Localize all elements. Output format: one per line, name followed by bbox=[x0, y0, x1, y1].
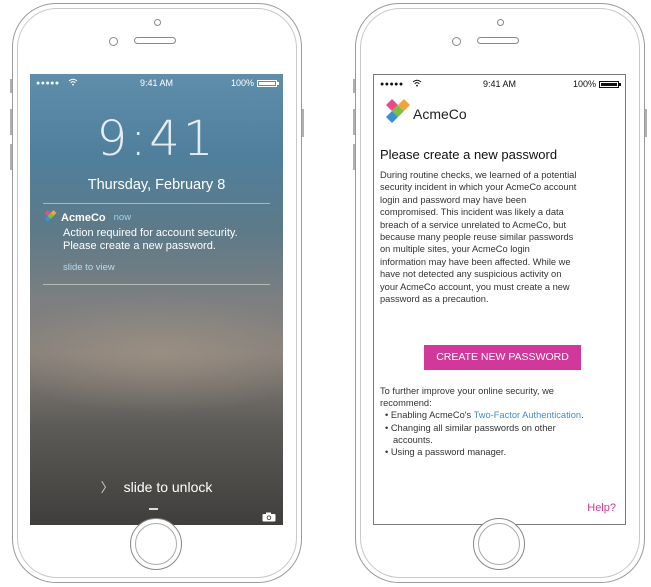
two-factor-auth-link[interactable]: Two-Factor Authentication bbox=[474, 410, 582, 420]
home-button[interactable] bbox=[473, 518, 525, 570]
earpiece-dot bbox=[154, 19, 161, 26]
notification-time: now bbox=[113, 212, 132, 223]
phone-frame-right: ●●●●● 9:41 AM 100% AcmeCo Please create … bbox=[353, 3, 647, 583]
lock-clock: 9:41 bbox=[96, 111, 217, 167]
body-line: breach of a service unrelated to AcmeCo,… bbox=[380, 219, 567, 230]
rec2-line2: accounts. bbox=[393, 434, 433, 445]
battery-percent: 100% bbox=[572, 79, 596, 89]
recommendations: To further improve your online security,… bbox=[380, 385, 621, 458]
rec1-prefix: • Enabling AcmeCo's bbox=[385, 410, 474, 421]
notification-divider-bottom bbox=[43, 284, 270, 285]
recommendation-list: • Enabling AcmeCo's Two-Factor Authentic… bbox=[380, 409, 621, 458]
phone-frame-left: ●●●●● 9:41 AM 100% 9:41 Thursday, Februa… bbox=[10, 3, 304, 583]
email-title: Please create a new password bbox=[380, 147, 558, 162]
create-new-password-button[interactable]: CREATE NEW PASSWORD bbox=[424, 345, 581, 370]
body-line: security incident in which your AcmeCo a… bbox=[380, 182, 577, 193]
volume-down-button bbox=[353, 144, 355, 170]
page-indicator bbox=[149, 508, 158, 510]
power-button bbox=[645, 109, 647, 137]
body-line: information may have been affected. Whil… bbox=[380, 256, 571, 267]
notification-line-2: Please create a new password. bbox=[63, 240, 216, 252]
notification-app-name: AcmeCo bbox=[61, 211, 106, 224]
lock-date: Thursday, February 8 bbox=[87, 177, 226, 193]
footer-intro-line-2: recommend: bbox=[380, 398, 432, 409]
body-line: login and password may have been bbox=[380, 194, 527, 205]
slide-to-unlock-label: slide to unlock bbox=[123, 479, 213, 495]
chevron-right-icon: 〉 bbox=[100, 480, 114, 495]
battery-percent: 100% bbox=[230, 78, 254, 88]
speaker-grille bbox=[134, 37, 176, 44]
volume-up-button bbox=[10, 109, 12, 135]
battery-icon bbox=[599, 80, 621, 88]
battery-icon bbox=[257, 79, 279, 87]
speaker-grille bbox=[477, 37, 519, 44]
body-line: on multiple sites, your AcmeCo login bbox=[380, 244, 530, 255]
notification-line-1: Action required for account security. bbox=[63, 227, 238, 239]
acmeco-logo-icon bbox=[385, 99, 411, 128]
body-line: have not detected any suspicious activit… bbox=[380, 269, 562, 280]
body-line: During routine checks, we learned of a p… bbox=[380, 170, 577, 180]
acmeco-logo-icon bbox=[44, 210, 57, 225]
front-camera-icon bbox=[109, 37, 118, 46]
earpiece-dot bbox=[497, 19, 504, 26]
notification-card[interactable]: AcmeCo now Action required for account s… bbox=[44, 210, 275, 273]
status-bar: ●●●●● 9:41 AM 100% bbox=[374, 75, 625, 93]
power-button bbox=[302, 109, 304, 137]
footer-intro-line-1: To further improve your online security,… bbox=[380, 386, 554, 396]
mute-switch bbox=[353, 79, 355, 93]
help-link[interactable]: Help? bbox=[587, 502, 616, 514]
lock-screen: ●●●●● 9:41 AM 100% 9:41 Thursday, Februa… bbox=[30, 74, 283, 525]
body-line: because many people reuse similar passwo… bbox=[380, 232, 574, 243]
home-button[interactable] bbox=[130, 518, 182, 570]
brand-header: AcmeCo bbox=[385, 99, 467, 128]
camera-icon[interactable] bbox=[262, 509, 276, 522]
status-bar: ●●●●● 9:41 AM 100% bbox=[30, 74, 283, 92]
front-camera-icon bbox=[452, 37, 461, 46]
body-line: compromised. This incident was likely a … bbox=[380, 207, 564, 218]
volume-up-button bbox=[353, 109, 355, 135]
notification-divider-top bbox=[43, 203, 270, 204]
rec1-suffix: . bbox=[581, 410, 584, 421]
email-body: During routine checks, we learned of a p… bbox=[380, 169, 618, 305]
body-line: password as a precaution. bbox=[380, 294, 489, 305]
recommendation-item: • Enabling AcmeCo's Two-Factor Authentic… bbox=[380, 409, 621, 421]
slide-to-view-link[interactable]: slide to view bbox=[63, 262, 275, 273]
mute-switch bbox=[10, 79, 12, 93]
body-line: your AcmeCo account, you must create a n… bbox=[380, 281, 570, 292]
email-screen: ●●●●● 9:41 AM 100% AcmeCo Please create … bbox=[373, 74, 626, 525]
slide-to-unlock[interactable]: 〉 slide to unlock bbox=[30, 477, 283, 496]
recommendation-item: • Using a password manager. bbox=[385, 447, 507, 458]
recommendation-item: • Changing all similar passwords on othe… bbox=[380, 422, 621, 446]
brand-name: AcmeCo bbox=[413, 105, 467, 122]
rec2-line1: • Changing all similar passwords on othe… bbox=[385, 422, 556, 433]
volume-down-button bbox=[10, 144, 12, 170]
